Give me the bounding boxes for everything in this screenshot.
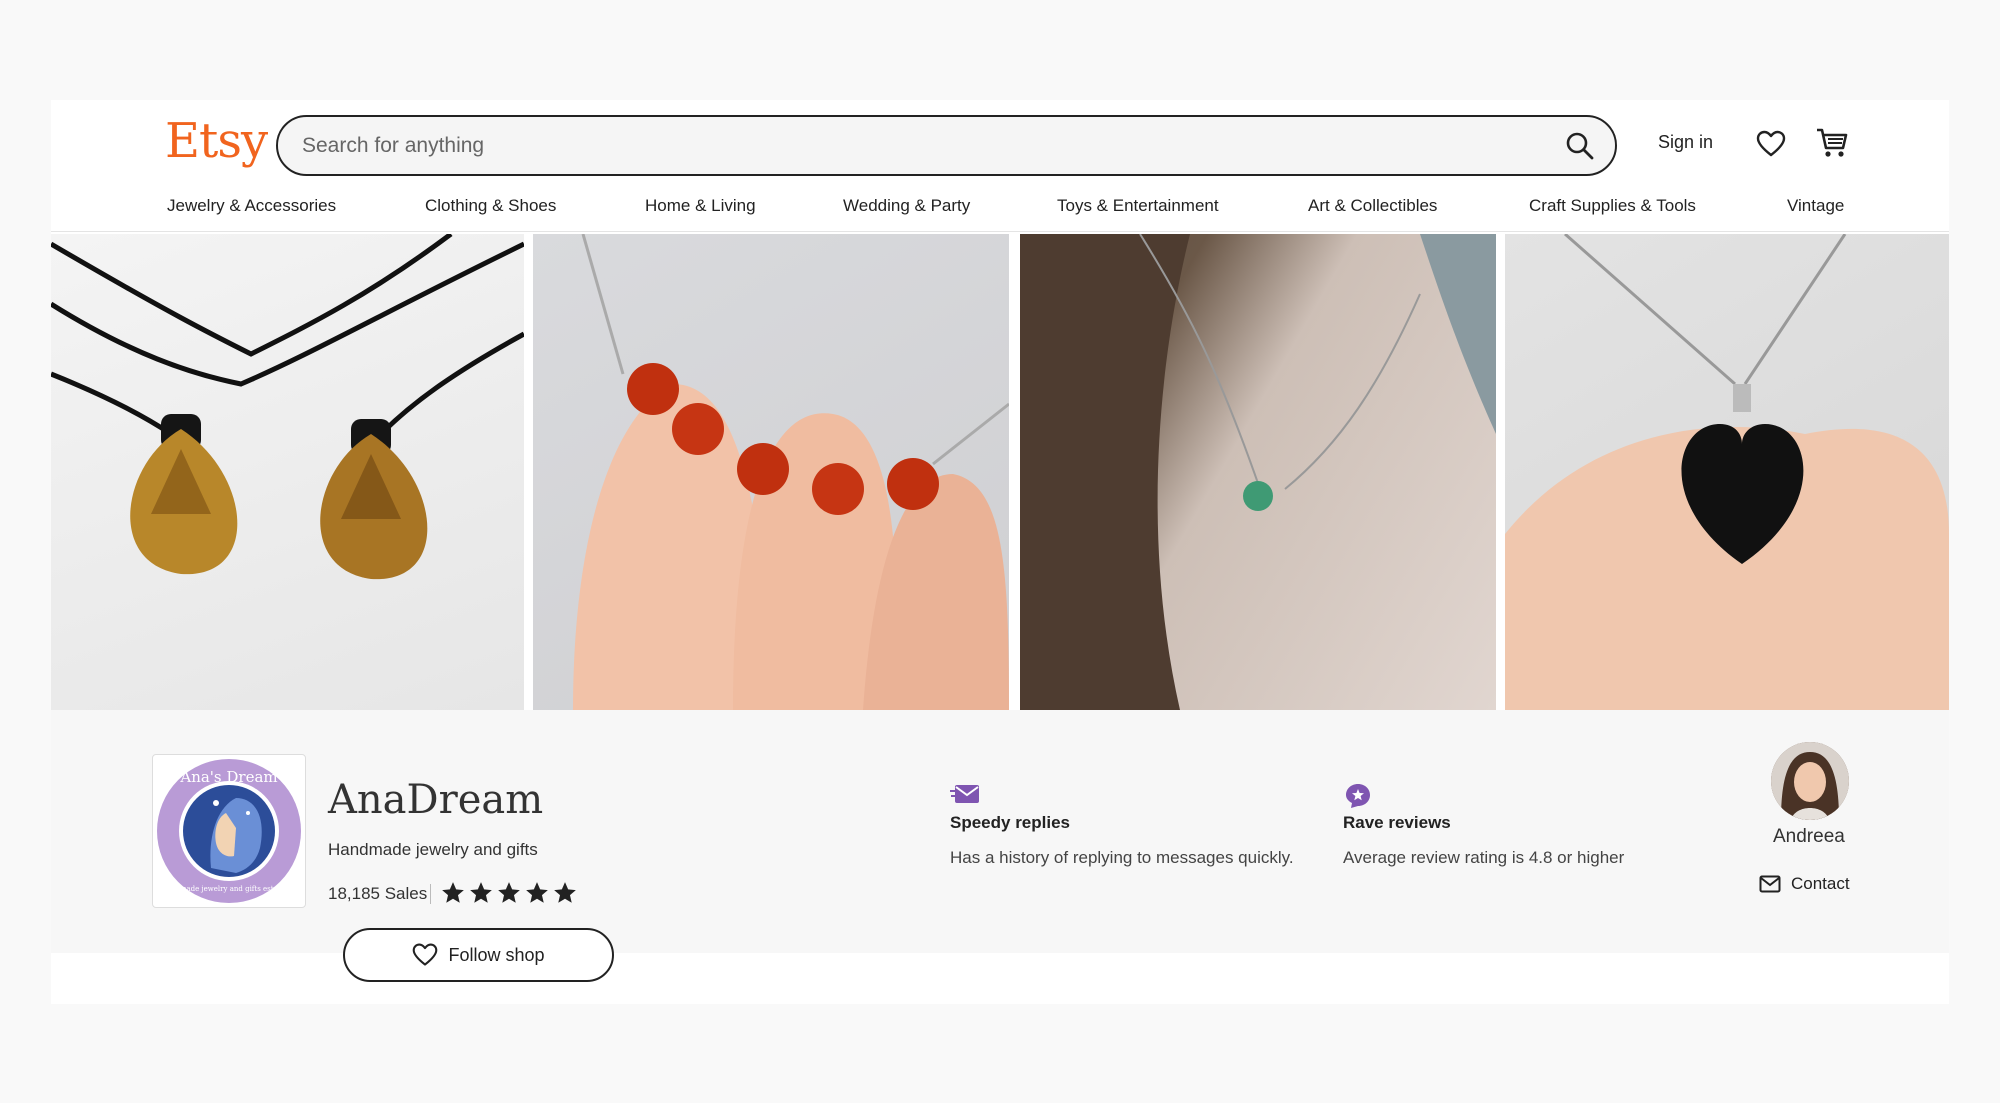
category-wedding[interactable]: Wedding & Party [843,196,970,216]
shop-name: AnaDream [328,777,544,823]
heart-icon [413,943,438,966]
shop-tagline: Handmade jewelry and gifts [328,840,538,859]
heart-icon[interactable] [1756,129,1786,159]
badge-speedy-replies-title: Speedy replies [950,813,1071,832]
contact-label: Contact [1791,874,1850,893]
search-bar[interactable] [276,115,1617,176]
star-icon [498,882,520,903]
banner-image-obsidian-heart [1505,234,1949,710]
category-home[interactable]: Home & Living [645,196,756,216]
owner-name: Andreea [1773,826,1845,847]
star-badge-icon [1346,784,1370,808]
sales-count: 18,185 Sales [328,884,428,903]
category-vintage[interactable]: Vintage [1787,196,1844,216]
banner-image-carnelian [533,234,1009,710]
badge-rave-reviews-title: Rave reviews [1343,813,1451,832]
envelope-icon [950,785,979,803]
star-icon [442,882,464,903]
shop-logo-subtitle: handmade jewelry and gifts est. 2017 [162,885,296,893]
category-art[interactable]: Art & Collectibles [1308,196,1437,216]
banner-image-aventurine-necklace [1020,234,1496,710]
etsy-logo[interactable]: Etsy [165,113,268,169]
divider [430,884,431,904]
owner-avatar[interactable] [1771,742,1849,820]
search-icon [1566,132,1594,160]
shop-logo[interactable]: Ana's Dream handmade jewelry and gifts e… [152,754,306,908]
rating-stars[interactable] [440,880,578,906]
contact-button[interactable]: Contact [1759,874,1850,894]
search-input[interactable] [302,129,1502,163]
badge-rave-reviews-desc: Average review rating is 4.8 or higher [1343,848,1625,867]
star-icon [554,882,576,903]
banner-image-tigers-eye [51,234,524,710]
envelope-icon [1759,875,1781,893]
category-clothing[interactable]: Clothing & Shoes [425,196,556,216]
badge-speedy-replies-desc: Has a history of replying to messages qu… [950,848,1294,867]
category-toys[interactable]: Toys & Entertainment [1057,196,1219,216]
star-icon [526,882,548,903]
shop-logo-title: Ana's Dream [179,768,277,786]
category-jewelry[interactable]: Jewelry & Accessories [167,196,336,216]
search-button[interactable] [1559,125,1601,167]
follow-shop-button[interactable]: Follow shop [343,928,614,982]
sign-in-link[interactable]: Sign in [1658,132,1713,153]
category-nav: Jewelry & Accessories Clothing & Shoes H… [51,190,1949,232]
follow-shop-label: Follow shop [448,944,545,965]
cart-icon[interactable] [1815,126,1849,160]
category-craft[interactable]: Craft Supplies & Tools [1529,196,1696,216]
star-icon [470,882,492,903]
